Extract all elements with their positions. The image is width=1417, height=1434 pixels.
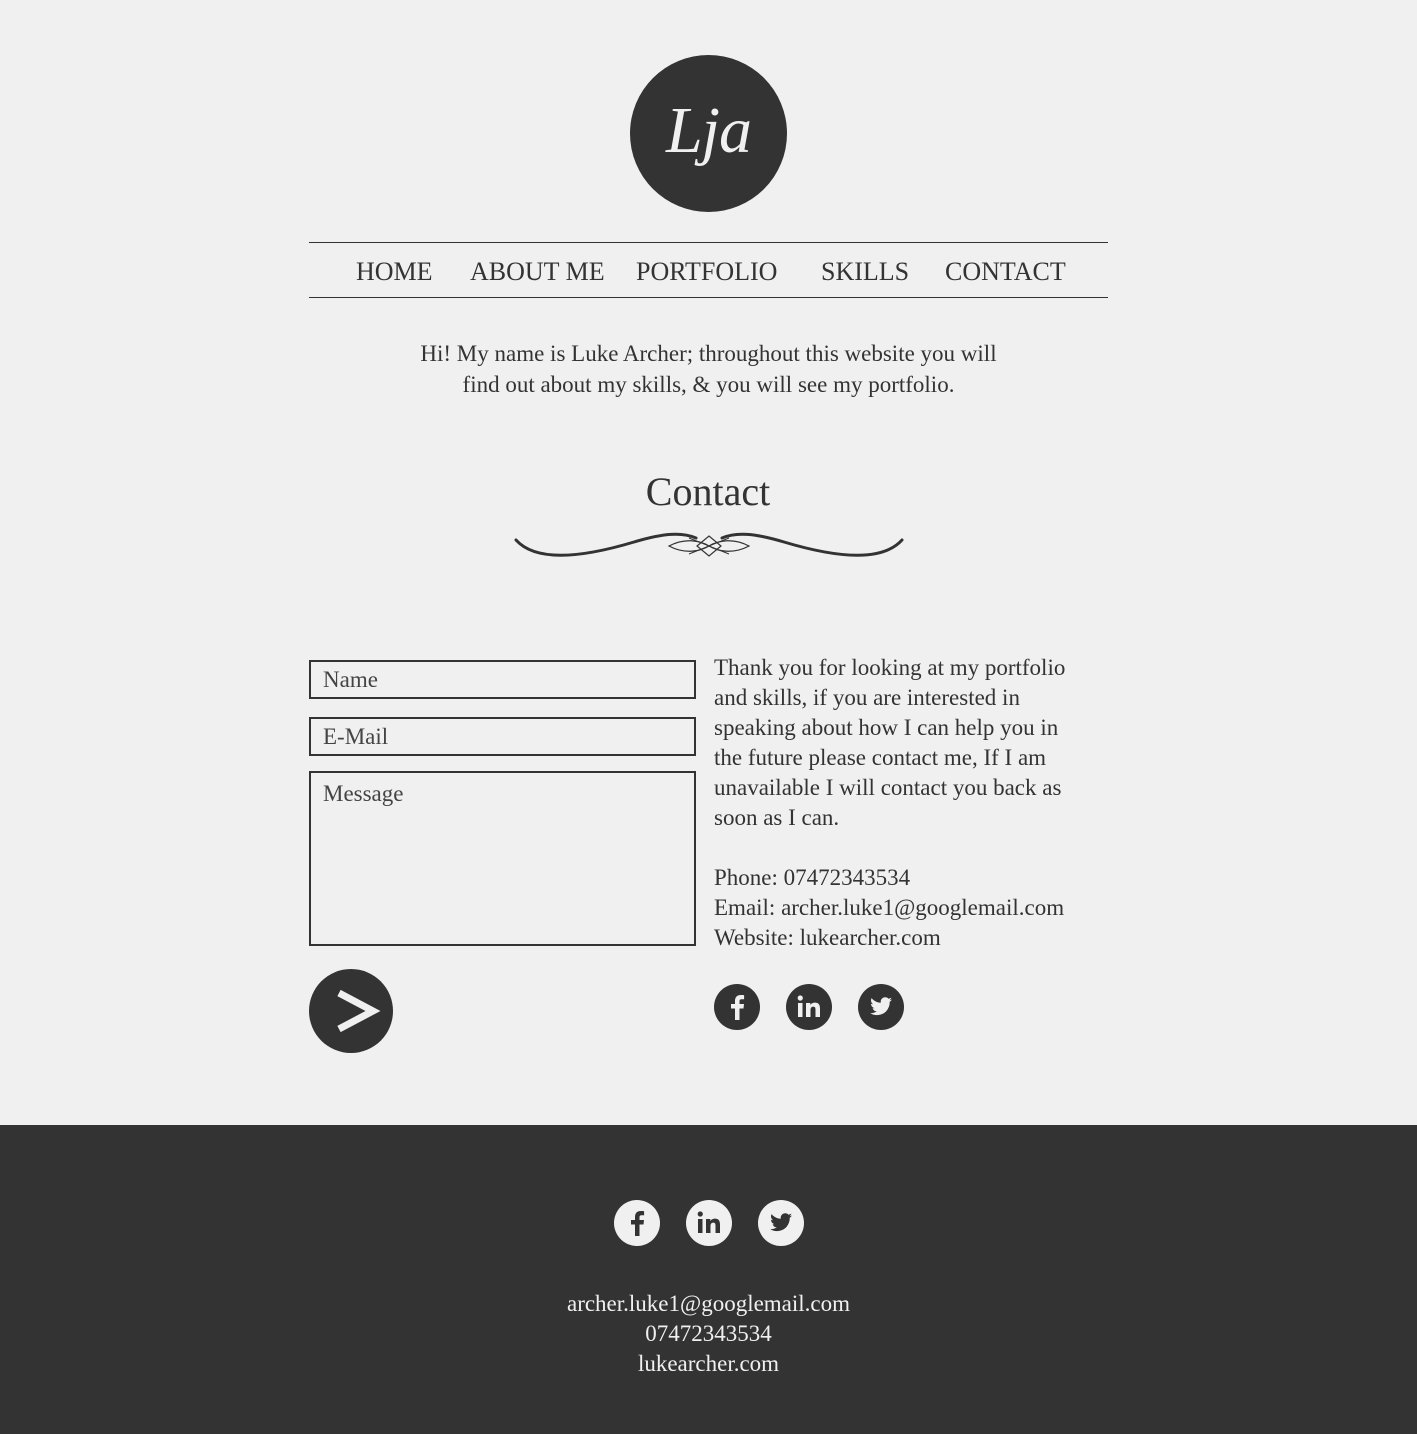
intro-text: Hi! My name is Luke Archer; throughout t… <box>359 338 1058 400</box>
info-phone: Phone: 07472343534 <box>714 865 911 890</box>
info-message-line: speaking about how I can help you in <box>714 715 1059 740</box>
twitter-icon[interactable] <box>758 1200 804 1246</box>
info-message-line: unavailable I will contact you back as <box>714 775 1062 800</box>
intro-line: find out about my skills, & you will see… <box>462 372 955 397</box>
facebook-icon[interactable] <box>714 984 760 1030</box>
flourish-divider <box>514 532 904 557</box>
facebook-icon[interactable] <box>614 1200 660 1246</box>
info-message-line: the future please contact me, If I am <box>714 745 1047 770</box>
name-input[interactable] <box>309 660 696 699</box>
logo-text: Lja <box>665 93 752 167</box>
intro-line: Hi! My name is Luke Archer; throughout t… <box>420 341 997 366</box>
footer-social-links <box>614 1200 804 1246</box>
nav-about-link[interactable]: ABOUT ME <box>470 259 605 285</box>
arrow-right-icon <box>337 989 381 1033</box>
contact-heading: Contact <box>645 469 771 514</box>
linkedin-icon[interactable] <box>786 984 832 1030</box>
nav-skills-link[interactable]: SKILLS <box>821 259 909 285</box>
footer-website-link[interactable]: lukearcher.com <box>0 1349 1417 1379</box>
nav-contact-link[interactable]: CONTACT <box>945 259 1066 285</box>
twitter-icon[interactable] <box>858 984 904 1030</box>
footer <box>0 1125 1417 1434</box>
submit-button[interactable] <box>309 969 393 1053</box>
info-message-line: soon as I can. <box>714 805 840 830</box>
info-email: Email: archer.luke1@googlemail.com <box>714 895 1065 920</box>
nav-portfolio-link[interactable]: PORTFOLIO <box>636 259 777 285</box>
social-links <box>714 984 904 1030</box>
info-message-line: and skills, if you are interested in <box>714 685 1020 710</box>
main-nav: HOME ABOUT ME PORTFOLIO SKILLS CONTACT <box>309 242 1108 298</box>
nav-home-link[interactable]: HOME <box>356 259 433 285</box>
info-website: Website: lukearcher.com <box>714 925 941 950</box>
email-input[interactable] <box>309 717 696 756</box>
footer-contact: archer.luke1@googlemail.com 07472343534 … <box>0 1289 1417 1379</box>
footer-email-link[interactable]: archer.luke1@googlemail.com <box>0 1289 1417 1319</box>
linkedin-icon[interactable] <box>686 1200 732 1246</box>
footer-phone: 07472343534 <box>645 1321 772 1346</box>
logo[interactable]: Lja <box>630 55 787 212</box>
contact-info: Thank you for looking at my portfolio an… <box>714 653 1108 953</box>
info-message-line: Thank you for looking at my portfolio <box>714 655 1066 680</box>
message-textarea[interactable] <box>309 771 696 946</box>
